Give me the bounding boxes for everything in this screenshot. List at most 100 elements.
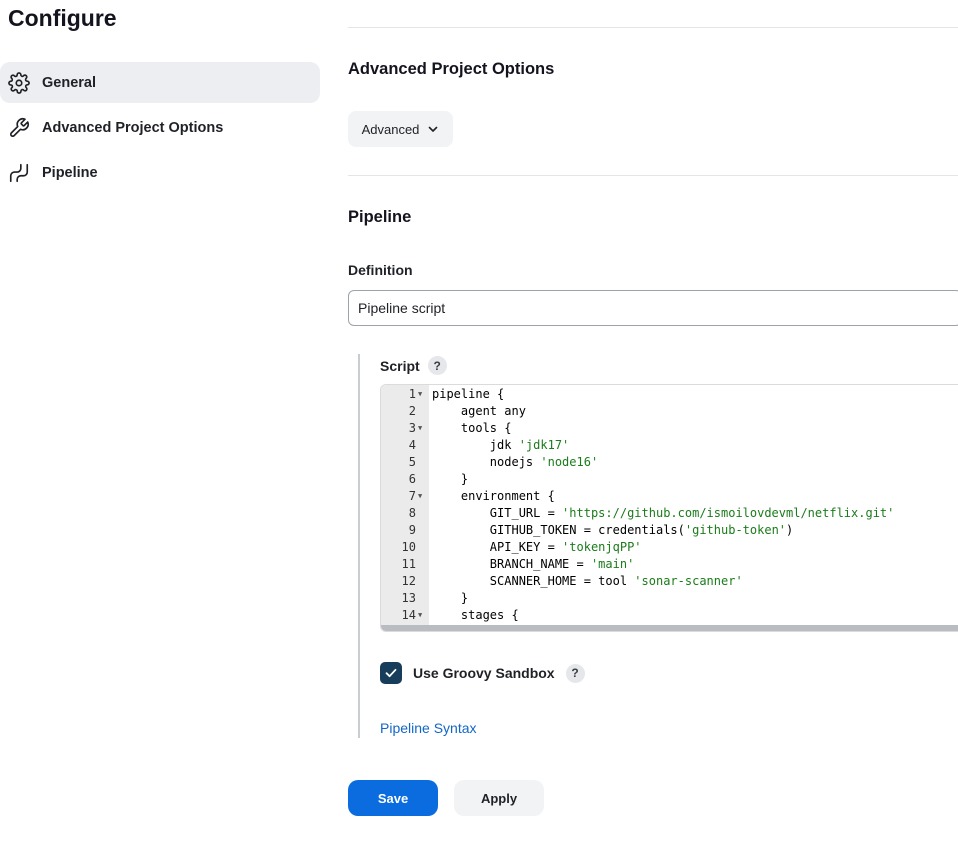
code-string-token: 'node16' <box>540 455 599 469</box>
editor-horizontal-scrollbar[interactable] <box>381 625 958 631</box>
code-line: 13 } <box>381 590 958 607</box>
section-divider <box>348 175 958 176</box>
checkmark-icon <box>385 668 397 678</box>
fold-toggle-icon[interactable]: ▼ <box>418 607 422 624</box>
fold-toggle-icon[interactable]: ▼ <box>418 488 422 505</box>
code-text: API_KEY = 'tokenjqPP' <box>432 539 642 556</box>
code-token: SCANNER_HOME = tool <box>432 574 635 588</box>
sidebar-item-label: General <box>42 74 96 91</box>
script-label: Script ? <box>380 356 447 375</box>
line-number: 2 <box>408 404 416 418</box>
line-number: 11 <box>401 557 416 571</box>
code-token: API_KEY = <box>432 540 563 554</box>
code-text: GITHUB_TOKEN = credentials('github-token… <box>432 522 793 539</box>
sidebar-item-label: Advanced Project Options <box>42 119 224 136</box>
sidebar: General Advanced Project Options Pipelin… <box>0 62 320 197</box>
code-token: } <box>432 591 469 605</box>
code-text: nodejs 'node16' <box>432 454 598 471</box>
code-token: GIT_URL = <box>432 506 563 520</box>
code-line: 1 ▼ pipeline { <box>381 386 958 403</box>
code-text: tools { <box>432 420 512 437</box>
code-text: agent any <box>432 403 526 420</box>
code-token: } <box>432 472 469 486</box>
sidebar-item-pipeline[interactable]: Pipeline <box>0 152 320 193</box>
apply-button[interactable]: Apply <box>454 780 544 816</box>
code-text: } <box>432 590 468 607</box>
code-token: GITHUB_TOKEN = credentials( <box>432 523 685 537</box>
script-label-text: Script <box>380 357 420 374</box>
sidebar-item-advanced-project-options[interactable]: Advanced Project Options <box>0 107 320 148</box>
code-text: stages { <box>432 607 519 624</box>
gear-icon <box>8 71 30 94</box>
code-line: 9 GITHUB_TOKEN = credentials('github-tok… <box>381 522 958 539</box>
code-line: 6 } <box>381 471 958 488</box>
wrench-icon <box>8 117 30 139</box>
advanced-button-label: Advanced <box>361 121 420 137</box>
pipeline-icon <box>8 162 30 184</box>
line-number: 3 <box>408 421 416 435</box>
line-number: 13 <box>401 591 416 605</box>
sidebar-item-general[interactable]: General <box>0 62 320 103</box>
line-number: 8 <box>408 506 416 520</box>
definition-label: Definition <box>348 262 413 278</box>
definition-select[interactable]: Pipeline script <box>348 290 958 326</box>
code-token: tools { <box>432 421 512 435</box>
code-string-token: 'github-token' <box>684 523 787 537</box>
script-editor[interactable]: 1 ▼ pipeline {2 agent any 3 ▼ tools {4 jdk '… <box>380 384 958 632</box>
line-number: 9 <box>408 523 416 537</box>
code-token: pipeline { <box>432 387 505 401</box>
code-line: 2 agent any <box>381 403 958 420</box>
line-number: 6 <box>408 472 416 486</box>
code-text: } <box>432 471 468 488</box>
code-string-token: 'tokenjqPP' <box>562 540 642 554</box>
line-number: 10 <box>401 540 416 554</box>
code-text: pipeline { <box>432 386 504 403</box>
code-line: 4 jdk 'jdk17' <box>381 437 958 454</box>
code-line: 14 ▼ stages { <box>381 607 958 624</box>
groovy-sandbox-row: Use Groovy Sandbox ? <box>380 662 585 684</box>
configure-page: Configure General Advanced Project Optio… <box>0 0 958 842</box>
code-line: 10 API_KEY = 'tokenjqPP' <box>381 539 958 556</box>
line-number: 1 <box>408 387 416 401</box>
code-line: 7 ▼ environment { <box>381 488 958 505</box>
code-token: agent any <box>432 404 526 418</box>
code-text: SCANNER_HOME = tool 'sonar-scanner' <box>432 573 743 590</box>
fold-toggle-icon[interactable]: ▼ <box>418 386 422 403</box>
editor-code: 1 ▼ pipeline {2 agent any 3 ▼ tools {4 jdk '… <box>381 386 958 631</box>
code-line: 3 ▼ tools { <box>381 420 958 437</box>
code-string-token: 'jdk17' <box>518 438 570 452</box>
groovy-sandbox-checkbox[interactable] <box>380 662 402 684</box>
code-token: BRANCH_NAME = <box>432 557 591 571</box>
save-button[interactable]: Save <box>348 780 438 816</box>
code-token: jdk <box>432 438 519 452</box>
line-number: 4 <box>408 438 416 452</box>
code-token: ) <box>786 523 794 537</box>
line-number: 12 <box>401 574 416 588</box>
code-line: 5 nodejs 'node16' <box>381 454 958 471</box>
code-token: environment { <box>432 489 555 503</box>
page-title: Configure <box>8 5 117 31</box>
code-line: 12 SCANNER_HOME = tool 'sonar-scanner' <box>381 573 958 590</box>
code-string-token: 'main' <box>590 557 635 571</box>
code-text: jdk 'jdk17' <box>432 437 569 454</box>
sandbox-help-icon[interactable]: ? <box>565 663 585 683</box>
line-number: 5 <box>408 455 416 469</box>
section-divider <box>348 27 958 28</box>
code-string-token: 'https://github.com/ismoilovdevml/netfli… <box>562 506 895 520</box>
code-text: environment { <box>432 488 555 505</box>
advanced-section-title: Advanced Project Options <box>348 60 555 78</box>
code-text: GIT_URL = 'https://github.com/ismoilovde… <box>432 505 895 522</box>
code-line: 11 BRANCH_NAME = 'main' <box>381 556 958 573</box>
pipeline-syntax-link[interactable]: Pipeline Syntax <box>380 720 477 736</box>
script-help-icon[interactable]: ? <box>427 356 447 375</box>
advanced-button[interactable]: Advanced <box>348 111 453 147</box>
line-number: 7 <box>408 489 416 503</box>
sidebar-item-label: Pipeline <box>42 164 98 181</box>
pipeline-section-title: Pipeline <box>348 208 412 226</box>
code-line: 8 GIT_URL = 'https://github.com/ismoilov… <box>381 505 958 522</box>
code-token: nodejs <box>432 455 541 469</box>
code-text: BRANCH_NAME = 'main' <box>432 556 635 573</box>
script-settings-group: Script ? 1 ▼ pipeline {2 agent any 3 ▼ tools… <box>358 354 958 738</box>
fold-toggle-icon[interactable]: ▼ <box>418 420 422 437</box>
groovy-sandbox-label: Use Groovy Sandbox <box>413 665 555 681</box>
